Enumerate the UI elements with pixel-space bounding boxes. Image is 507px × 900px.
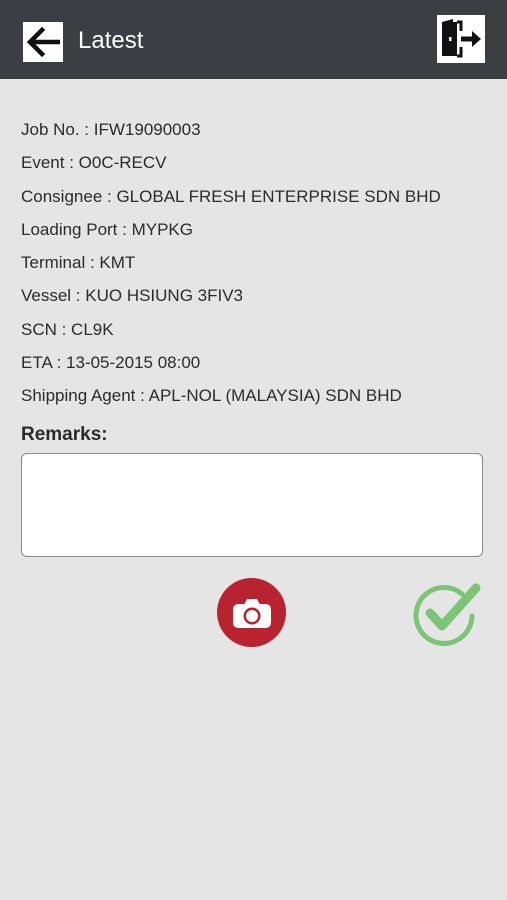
camera-button[interactable] [217,578,286,647]
eta: ETA : 13-05-2015 08:00 [21,353,201,373]
loading-port: Loading Port : MYPKG [21,219,193,239]
remarks-label: Remarks: [21,424,108,445]
confirm-button[interactable] [410,580,482,648]
logout-button[interactable] [437,15,485,63]
consignee: Consignee : GLOBAL FRESH ENTERPRISE SDN … [21,186,441,206]
top-bar: Latest [0,0,507,79]
event: Event : O0C-RECV [21,153,167,173]
exit-door-icon [442,19,481,58]
shipping-agent: Shipping Agent : APL-NOL (MALAYSIA) SDN … [21,386,402,406]
checkmark-circle-icon [413,583,481,646]
back-button[interactable] [23,22,63,62]
scn: SCN : CL9K [21,319,114,339]
job-no: Job No. : IFW19090003 [21,120,201,139]
vessel: Vessel : KUO HSIUNG 3FIV3 [21,286,244,306]
terminal: Terminal : KMT [21,253,136,273]
remarks-input[interactable] [21,453,483,557]
camera-icon [232,598,271,628]
arrow-left-icon [26,27,60,57]
job-details: Job No. : IFW19090003 Event : O0C-RECV C… [21,120,491,420]
page-title: Latest [78,27,144,54]
